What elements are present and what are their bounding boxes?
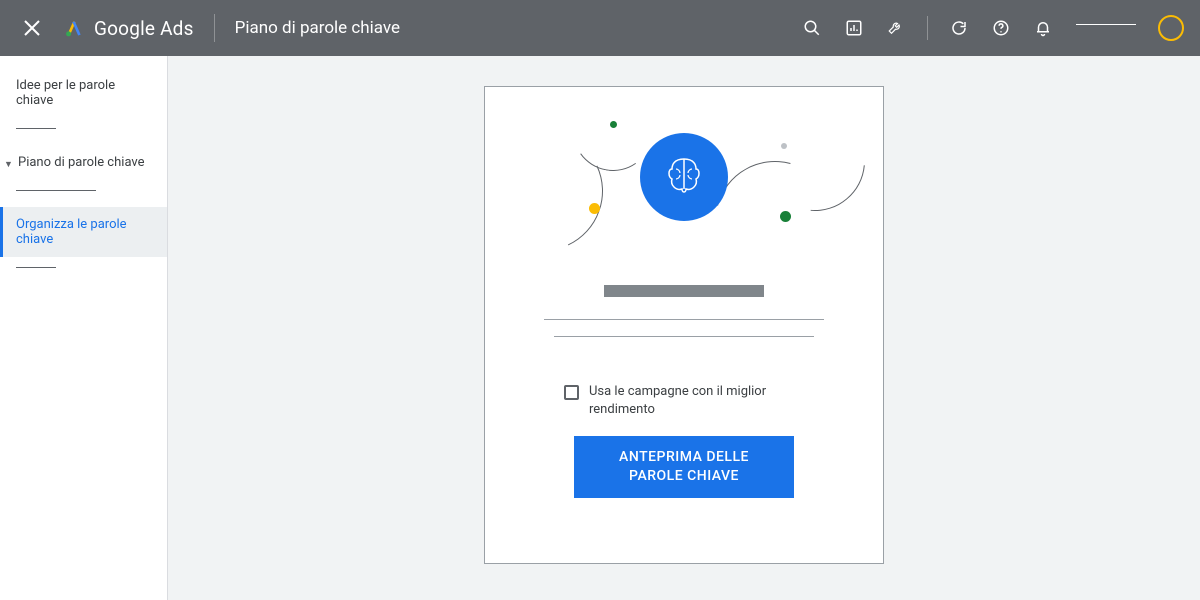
best-campaigns-checkbox[interactable] xyxy=(564,385,579,400)
preview-keywords-button[interactable]: ANTEPRIMA DELLE PAROLE CHIAVE xyxy=(574,436,794,498)
search-button[interactable] xyxy=(793,11,831,45)
caret-down-icon: ▼ xyxy=(4,159,13,170)
placeholder-line xyxy=(544,319,824,320)
refresh-button[interactable] xyxy=(940,11,978,45)
bell-icon xyxy=(1034,19,1052,37)
sidebar-item-label: Piano di parole chiave xyxy=(18,155,145,170)
organize-card: Usa le campagne con il miglior rendiment… xyxy=(484,86,884,564)
sidebar-item-organize[interactable]: Organizza le parole chiave xyxy=(0,207,167,257)
top-bar: Google Ads Piano di parole chiave xyxy=(0,0,1200,56)
page-title: Piano di parole chiave xyxy=(235,18,400,38)
header-actions xyxy=(793,11,1184,45)
bar-chart-icon xyxy=(845,19,863,37)
best-campaigns-option: Usa le campagne con il miglior rendiment… xyxy=(564,383,804,418)
header-divider-2 xyxy=(927,16,928,40)
product-logo: Google Ads xyxy=(64,17,194,40)
main-content: Usa le campagne con il miglior rendiment… xyxy=(168,56,1200,600)
help-button[interactable] xyxy=(982,11,1020,45)
help-icon xyxy=(992,19,1010,37)
account-selector[interactable] xyxy=(1076,24,1136,25)
sidebar-item-label: Organizza le parole chiave xyxy=(16,217,127,247)
sidebar-item-label: Idee per le parole chiave xyxy=(16,78,115,108)
card-title-placeholder xyxy=(604,285,764,297)
close-icon xyxy=(24,20,40,36)
sidebar-redacted-line xyxy=(16,190,96,191)
sidebar-item-ideas[interactable]: Idee per le parole chiave xyxy=(0,68,167,118)
refresh-icon xyxy=(950,19,968,37)
notifications-button[interactable] xyxy=(1024,11,1062,45)
tools-button[interactable] xyxy=(877,11,915,45)
google-ads-icon xyxy=(64,18,84,38)
close-button[interactable] xyxy=(16,12,48,44)
placeholder-line xyxy=(554,336,814,337)
product-name: Google Ads xyxy=(94,17,194,40)
best-campaigns-label: Usa le campagne con il miglior rendiment… xyxy=(589,383,804,418)
reports-button[interactable] xyxy=(835,11,873,45)
header-divider xyxy=(214,14,215,42)
sidebar: Idee per le parole chiave ▼ Piano di par… xyxy=(0,56,168,600)
sidebar-redacted-line xyxy=(16,267,56,268)
search-icon xyxy=(803,19,821,37)
sidebar-redacted-line xyxy=(16,128,56,129)
card-illustration xyxy=(513,111,855,261)
profile-avatar[interactable] xyxy=(1158,15,1184,41)
sidebar-item-plan[interactable]: ▼ Piano di parole chiave xyxy=(0,145,167,180)
brain-icon xyxy=(640,133,728,221)
wrench-icon xyxy=(887,19,905,37)
